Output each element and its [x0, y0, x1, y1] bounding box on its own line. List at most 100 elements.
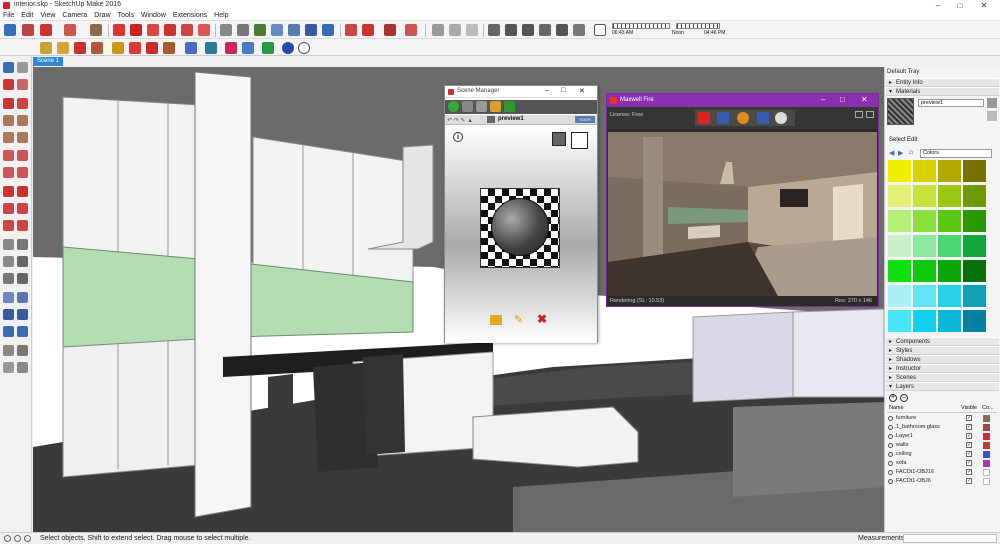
follow-me-icon[interactable]: [164, 24, 176, 36]
zoom-extents-left-icon[interactable]: [17, 326, 28, 337]
offset-icon[interactable]: [17, 220, 28, 231]
pan-tool-icon[interactable]: [288, 24, 300, 36]
geo-location-icon[interactable]: [4, 535, 11, 542]
active-layer-radio[interactable]: [888, 434, 893, 439]
layer-color[interactable]: [983, 451, 990, 458]
open-icon[interactable]: [40, 42, 52, 54]
minimize-button[interactable]: –: [928, 0, 948, 11]
section-instructor[interactable]: ▸ Instructor: [886, 364, 999, 373]
visible-checkbox[interactable]: ✓: [966, 478, 972, 484]
credits-icon[interactable]: [14, 535, 21, 542]
refresh-icon[interactable]: [737, 112, 749, 124]
active-layer-radio[interactable]: [888, 461, 893, 466]
style-wireframe-icon[interactable]: [449, 24, 461, 36]
layout-icon[interactable]: [405, 24, 417, 36]
layer-color[interactable]: [983, 424, 990, 431]
three-point-arc-icon[interactable]: [3, 167, 14, 178]
visible-checkbox[interactable]: ✓: [966, 460, 972, 466]
menu-draw[interactable]: Draw: [91, 11, 114, 19]
color-swatch[interactable]: [913, 235, 936, 257]
close-button[interactable]: ✕: [974, 0, 994, 11]
make-component-icon[interactable]: [17, 62, 28, 73]
pan-icon[interactable]: [17, 292, 28, 303]
rectangle-tool-icon[interactable]: [90, 24, 102, 36]
camera-icon[interactable]: [205, 42, 217, 54]
previous-view-icon[interactable]: [3, 326, 14, 337]
walk-icon[interactable]: [17, 345, 28, 356]
active-layer-radio[interactable]: [888, 452, 893, 457]
select-tool-icon[interactable]: [4, 24, 16, 36]
layer-row[interactable]: FACDt1-OBJ16 ✓: [887, 469, 997, 477]
menu-edit[interactable]: Edit: [18, 11, 37, 19]
section-plane-icon[interactable]: [17, 362, 28, 373]
color-swatch[interactable]: [913, 260, 936, 282]
color-swatch[interactable]: [963, 260, 986, 282]
paint-bucket-icon[interactable]: [254, 24, 266, 36]
visible-checkbox[interactable]: ✓: [966, 424, 972, 430]
color-swatch[interactable]: [888, 260, 911, 282]
color-swatch[interactable]: [938, 260, 961, 282]
top-view-icon[interactable]: [505, 24, 517, 36]
scene-manager-close[interactable]: ✕: [579, 87, 585, 95]
environment-icon[interactable]: [185, 42, 197, 54]
right-view-icon[interactable]: [539, 24, 551, 36]
polygon-icon[interactable]: [17, 132, 28, 143]
section-styles[interactable]: ▸ Styles: [886, 346, 999, 355]
color-swatch[interactable]: [913, 185, 936, 207]
menu-window[interactable]: Window: [138, 11, 170, 19]
folder-open-icon[interactable]: [490, 315, 502, 325]
info-icon[interactable]: [298, 42, 310, 54]
rotate-tool-icon[interactable]: [147, 24, 159, 36]
home-icon[interactable]: ⌂: [909, 149, 913, 156]
back-arrow-icon[interactable]: ◀: [889, 149, 894, 157]
layer-color[interactable]: [983, 433, 990, 440]
section-entity-info[interactable]: ▸ Entity Info: [886, 78, 999, 87]
tab-select[interactable]: Select: [889, 137, 906, 143]
visible-checkbox[interactable]: ✓: [966, 433, 972, 439]
menu-help[interactable]: Help: [211, 11, 232, 19]
color-swatch[interactable]: [938, 235, 961, 257]
pause-icon[interactable]: [717, 112, 729, 124]
maxwell-minimize[interactable]: –: [821, 95, 825, 104]
color-swatch[interactable]: [888, 210, 911, 232]
menu-file[interactable]: File: [0, 11, 18, 19]
look-around-icon[interactable]: [3, 362, 14, 373]
color-swatch[interactable]: [888, 185, 911, 207]
position-camera-icon[interactable]: [3, 345, 14, 356]
color-swatch[interactable]: [913, 210, 936, 232]
edit-pencil-icon[interactable]: ✎: [514, 313, 523, 326]
scene-tab[interactable]: Scene 1: [33, 57, 64, 66]
paint-icon[interactable]: [3, 79, 14, 90]
color-swatch[interactable]: [938, 210, 961, 232]
orbit-tool-icon[interactable]: [271, 24, 283, 36]
orbit-icon[interactable]: [3, 292, 14, 303]
color-swatch[interactable]: [963, 185, 986, 207]
eraser-icon[interactable]: [17, 79, 28, 90]
color-swatch[interactable]: [938, 160, 961, 182]
layer-row[interactable]: furniture ✓: [887, 415, 997, 423]
color-swatch[interactable]: [913, 310, 936, 332]
active-layer-radio[interactable]: [888, 479, 893, 484]
menu-view[interactable]: View: [37, 11, 59, 19]
info-icon[interactable]: i: [453, 132, 463, 142]
layer-color[interactable]: [983, 478, 990, 485]
color-swatch[interactable]: [963, 235, 986, 257]
pencil-icon[interactable]: [112, 42, 124, 54]
arc-icon[interactable]: [3, 150, 14, 161]
color-swatch[interactable]: [938, 185, 961, 207]
rotated-rectangle-icon[interactable]: [17, 115, 28, 126]
extension-warehouse-icon[interactable]: [384, 24, 396, 36]
menu-extensions[interactable]: Extensions: [170, 11, 211, 19]
zoom-icon[interactable]: [3, 309, 14, 320]
text-tool-icon[interactable]: [237, 24, 249, 36]
move-tool-icon[interactable]: [130, 24, 142, 36]
fit-icon[interactable]: [855, 111, 863, 118]
tab-edit[interactable]: Edit: [907, 137, 917, 143]
color-swatch[interactable]: [963, 285, 986, 307]
render-icon[interactable]: [129, 42, 141, 54]
time-slider[interactable]: [676, 23, 720, 29]
maxwell-maximize[interactable]: □: [840, 95, 845, 104]
shadows-toggle-icon[interactable]: [594, 24, 606, 36]
section-materials[interactable]: ▾ Materials: [886, 87, 999, 96]
scene-icon[interactable]: [476, 101, 487, 112]
